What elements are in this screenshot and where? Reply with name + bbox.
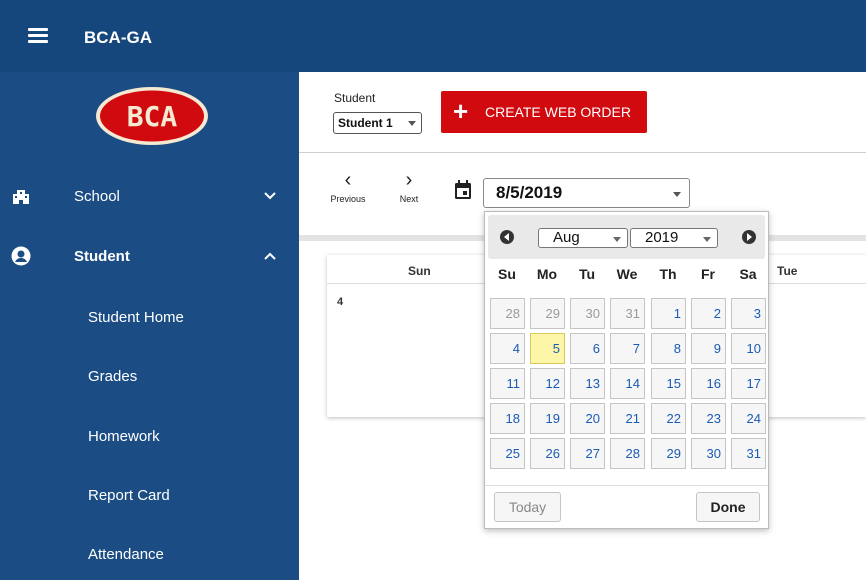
- calendar-day-cell[interactable]: 19: [530, 403, 565, 434]
- chevron-up-icon: [264, 252, 276, 260]
- calendar-day-cell[interactable]: 28: [610, 438, 645, 469]
- account-circle-icon: [10, 245, 32, 267]
- calendar-day-cell[interactable]: 16: [691, 368, 726, 399]
- calendar-icon[interactable]: [454, 180, 472, 200]
- sidebar-item-label: Student: [74, 247, 130, 265]
- calendar-day-cell[interactable]: 8: [651, 333, 686, 364]
- school-building-icon: [10, 185, 32, 207]
- app-title: BCA-GA: [84, 28, 152, 47]
- calendar-day-cell[interactable]: 6: [570, 333, 605, 364]
- previous-button[interactable]: ‹ Previous: [328, 170, 368, 204]
- today-button[interactable]: Today: [494, 492, 561, 522]
- weekday-header: Su: [498, 266, 516, 282]
- calendar-day-cell[interactable]: 17: [731, 368, 766, 399]
- logo-text: BCA: [127, 100, 178, 133]
- calendar-day-cell[interactable]: 28: [490, 298, 525, 329]
- calendar-day-cell[interactable]: 31: [610, 298, 645, 329]
- sidebar-item-student[interactable]: Student: [0, 236, 299, 276]
- calendar-day-cell[interactable]: 4: [490, 333, 525, 364]
- calendar-day-cell[interactable]: 24: [731, 403, 766, 434]
- dropdown-arrow-icon: [673, 192, 681, 197]
- calendar-day-cell[interactable]: 29: [530, 298, 565, 329]
- student-select[interactable]: Student 1: [333, 112, 422, 134]
- menu-icon[interactable]: [28, 28, 48, 44]
- sidebar-subitem-report-card[interactable]: Report Card: [0, 475, 299, 515]
- dropdown-arrow-icon: [613, 237, 621, 242]
- calendar-day-cell[interactable]: 10: [731, 333, 766, 364]
- sidebar-subitem-homework[interactable]: Homework: [0, 416, 299, 456]
- student-label: Student: [334, 91, 376, 105]
- calendar-day-cell[interactable]: 5: [530, 333, 565, 364]
- calendar-day-cell[interactable]: 23: [691, 403, 726, 434]
- plus-icon: +: [453, 96, 469, 126]
- weekday-header: Mo: [536, 266, 558, 282]
- calendar-day-cell[interactable]: 2: [691, 298, 726, 329]
- create-web-order-button[interactable]: + CREATE WEB ORDER: [441, 91, 647, 133]
- top-app-bar: BCA-GA: [0, 0, 866, 72]
- column-header-tue: Tue: [777, 264, 798, 278]
- calendar-day-cell[interactable]: 7: [610, 333, 645, 364]
- calendar-day-cell[interactable]: 12: [530, 368, 565, 399]
- calendar-day-cell[interactable]: 25: [490, 438, 525, 469]
- bca-logo: BCA: [96, 87, 208, 145]
- dropdown-arrow-icon: [408, 121, 416, 126]
- column-header-sun: Sun: [408, 264, 431, 278]
- sidebar: BCA School Student Student Home Grades H…: [0, 72, 299, 580]
- done-button[interactable]: Done: [696, 492, 760, 522]
- dropdown-arrow-icon: [703, 237, 711, 242]
- calendar-day-cell[interactable]: 9: [691, 333, 726, 364]
- datepicker-header: Aug 2019: [488, 215, 765, 259]
- calendar-day-number[interactable]: 4: [337, 296, 343, 308]
- month-select[interactable]: Aug: [538, 228, 628, 248]
- calendar-day-cell[interactable]: 14: [610, 368, 645, 399]
- year-select[interactable]: 2019: [630, 228, 718, 248]
- calendar-day-cell[interactable]: 11: [490, 368, 525, 399]
- next-button[interactable]: › Next: [394, 170, 424, 204]
- calendar-day-cell[interactable]: 18: [490, 403, 525, 434]
- chevron-down-icon: [264, 192, 276, 200]
- calendar-day-cell[interactable]: 20: [570, 403, 605, 434]
- calendar-day-cell[interactable]: 1: [651, 298, 686, 329]
- divider: [299, 152, 866, 153]
- next-month-icon[interactable]: [742, 230, 756, 244]
- weekday-header: Fr: [701, 266, 715, 282]
- sidebar-subitem-attendance[interactable]: Attendance: [0, 534, 299, 574]
- calendar-day-cell[interactable]: 13: [570, 368, 605, 399]
- prev-month-icon[interactable]: [500, 230, 514, 244]
- sidebar-item-label: School: [74, 187, 120, 205]
- calendar-day-cell[interactable]: 15: [651, 368, 686, 399]
- chevron-right-icon: ›: [405, 169, 413, 191]
- calendar-day-cell[interactable]: 21: [610, 403, 645, 434]
- weekday-header: Th: [659, 266, 677, 282]
- calendar-day-cell[interactable]: 26: [530, 438, 565, 469]
- date-input[interactable]: 8/5/2019: [483, 178, 690, 208]
- calendar-day-cell[interactable]: 30: [570, 298, 605, 329]
- calendar-day-cell[interactable]: 27: [570, 438, 605, 469]
- calendar-day-cell[interactable]: 3: [731, 298, 766, 329]
- weekday-header: Tu: [578, 266, 596, 282]
- weekday-header: Sa: [739, 266, 757, 282]
- weekday-header: We: [616, 266, 638, 282]
- calendar-day-cell[interactable]: 30: [691, 438, 726, 469]
- sidebar-item-school[interactable]: School: [0, 176, 299, 216]
- datepicker-popup: Aug 2019 Su Mo Tu We Th Fr Sa 28 29 30 31 1 2 3 4 5 6 7 8…: [484, 211, 769, 529]
- sidebar-subitem-grades[interactable]: Grades: [0, 356, 299, 396]
- calendar-day-cell[interactable]: 22: [651, 403, 686, 434]
- chevron-left-icon: ‹: [344, 169, 352, 191]
- calendar-day-cell[interactable]: 31: [731, 438, 766, 469]
- calendar-day-cell[interactable]: 29: [651, 438, 686, 469]
- sidebar-subitem-student-home[interactable]: Student Home: [0, 297, 299, 337]
